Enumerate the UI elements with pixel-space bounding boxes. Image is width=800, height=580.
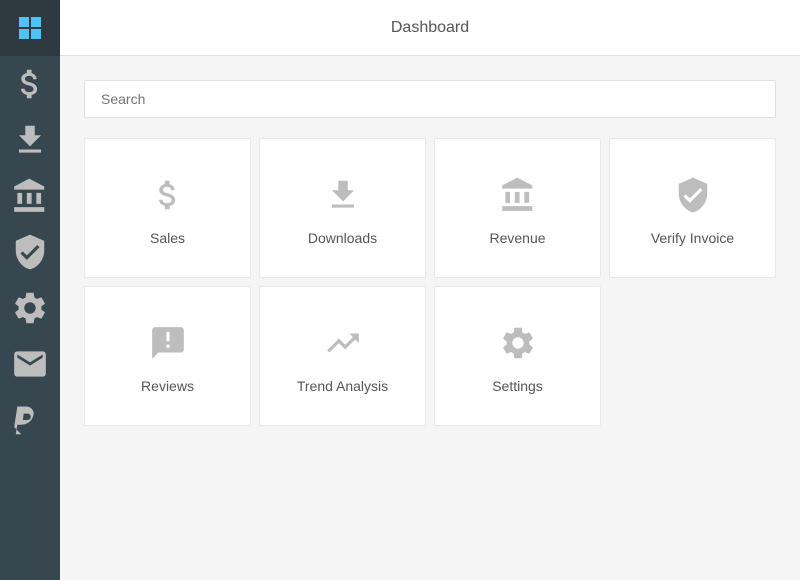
- revenue-icon: [499, 176, 537, 214]
- sidebar-item-downloads[interactable]: [0, 112, 60, 168]
- cards-grid: Sales Downloads Revenue: [84, 138, 776, 426]
- sidebar-item-paypal[interactable]: [0, 392, 60, 448]
- mail-icon: [11, 345, 49, 383]
- settings-card-icon: [499, 324, 537, 362]
- sidebar-item-sales[interactable]: [0, 56, 60, 112]
- logo-grid-icon: [19, 17, 41, 39]
- main-content: Dashboard Sales: [60, 0, 800, 580]
- shield-check-icon: [11, 233, 49, 271]
- card-reviews-label: Reviews: [141, 378, 194, 394]
- sidebar-item-settings[interactable]: [0, 280, 60, 336]
- card-settings-label: Settings: [492, 378, 543, 394]
- card-sales[interactable]: Sales: [84, 138, 251, 278]
- verify-invoice-icon: [674, 176, 712, 214]
- trend-analysis-icon: [324, 324, 362, 362]
- sidebar-item-verify-invoice[interactable]: [0, 224, 60, 280]
- card-reviews[interactable]: Reviews: [84, 286, 251, 426]
- settings-sidebar-icon: [11, 289, 49, 327]
- sales-icon: [149, 176, 187, 214]
- content-area: Sales Downloads Revenue: [60, 56, 800, 580]
- card-downloads-label: Downloads: [308, 230, 377, 246]
- search-container: [84, 80, 776, 118]
- search-input[interactable]: [84, 80, 776, 118]
- card-verify-invoice-label: Verify Invoice: [651, 230, 734, 246]
- card-trend-analysis[interactable]: Trend Analysis: [259, 286, 426, 426]
- card-verify-invoice[interactable]: Verify Invoice: [609, 138, 776, 278]
- sidebar: [0, 0, 60, 580]
- bank-icon: [11, 177, 49, 215]
- card-trend-analysis-label: Trend Analysis: [297, 378, 388, 394]
- card-settings[interactable]: Settings: [434, 286, 601, 426]
- card-revenue-label: Revenue: [489, 230, 545, 246]
- downloads-icon: [324, 176, 362, 214]
- card-sales-label: Sales: [150, 230, 185, 246]
- reviews-icon: [149, 324, 187, 362]
- sidebar-item-revenue[interactable]: [0, 168, 60, 224]
- dollar-icon: [11, 65, 49, 103]
- card-downloads[interactable]: Downloads: [259, 138, 426, 278]
- page-title: Dashboard: [391, 19, 469, 37]
- card-revenue[interactable]: Revenue: [434, 138, 601, 278]
- header: Dashboard: [60, 0, 800, 56]
- sidebar-item-mail[interactable]: [0, 336, 60, 392]
- download-icon: [11, 121, 49, 159]
- sidebar-logo[interactable]: [0, 0, 60, 56]
- paypal-icon: [11, 401, 49, 439]
